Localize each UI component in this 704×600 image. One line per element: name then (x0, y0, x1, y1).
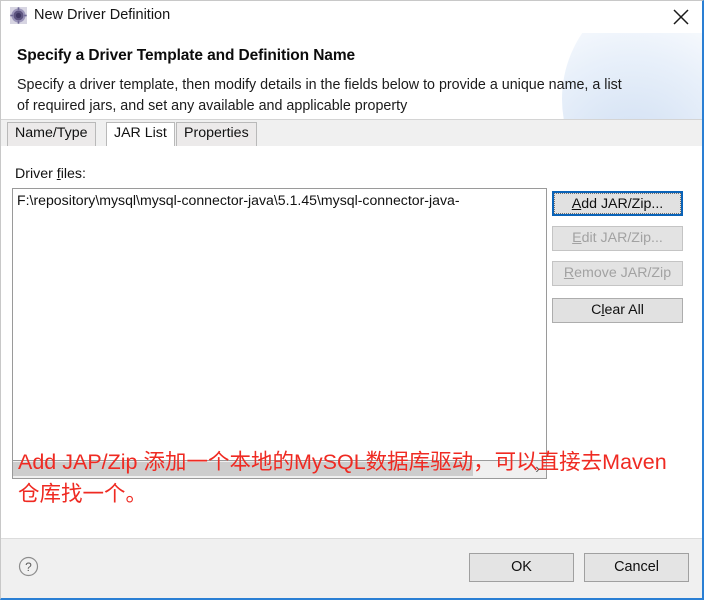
driver-files-listbox[interactable]: F:\repository\mysql\mysql-connector-java… (12, 188, 547, 461)
add-jar-zip-mnemonic: A (571, 196, 582, 212)
tab-strip: Name/Type JAR List Properties (1, 120, 702, 147)
clear-all-label-prefix: C (591, 302, 602, 318)
tab-name-type[interactable]: Name/Type (7, 122, 96, 146)
scroll-right-arrow-icon[interactable]: › (529, 461, 546, 477)
driver-files-label-prefix: Driver (15, 166, 57, 182)
driver-files-label-suffix: iles: (60, 166, 86, 182)
add-jar-zip-label: dd JAR/Zip... (581, 196, 664, 212)
add-jar-zip-button[interactable]: Add JAR/Zip... (552, 191, 683, 216)
scrollbar-thumb[interactable] (13, 462, 473, 476)
tab-jar-list[interactable]: JAR List (106, 122, 175, 146)
page-title: Specify a Driver Template and Definition… (17, 47, 356, 64)
page-description: Specify a driver template, then modify d… (17, 77, 622, 114)
edit-jar-zip-mnemonic: E (572, 230, 582, 246)
svg-text:?: ? (25, 560, 32, 574)
new-driver-definition-dialog: New Driver Definition Specify a Driver T… (0, 0, 704, 600)
edit-jar-zip-label: dit JAR/Zip... (581, 230, 663, 246)
tab-properties[interactable]: Properties (176, 122, 257, 146)
remove-jar-zip-button[interactable]: Remove JAR/Zip (552, 261, 683, 286)
driver-files-label: Driver files: (15, 166, 86, 182)
window-title: New Driver Definition (34, 7, 171, 23)
ok-button[interactable]: OK (469, 553, 574, 582)
list-item[interactable]: F:\repository\mysql\mysql-connector-java… (17, 192, 460, 208)
dialog-footer: ? OK Cancel (1, 538, 702, 598)
help-icon[interactable]: ? (18, 556, 39, 577)
clear-all-label: ear All (604, 302, 644, 318)
close-icon[interactable] (670, 6, 692, 28)
edit-jar-zip-button[interactable]: Edit JAR/Zip... (552, 226, 683, 251)
clear-all-button[interactable]: Clear All (552, 298, 683, 323)
cancel-button[interactable]: Cancel (584, 553, 689, 582)
driver-files-horizontal-scrollbar[interactable]: › (12, 461, 547, 479)
jar-list-tab-panel: Driver files: F:\repository\mysql\mysql-… (1, 146, 702, 538)
driver-definition-icon (10, 7, 27, 24)
title-bar: New Driver Definition (1, 1, 702, 33)
remove-jar-zip-label: emove JAR/Zip (574, 265, 672, 281)
dialog-header: Specify a Driver Template and Definition… (1, 33, 702, 120)
remove-jar-zip-mnemonic: R (563, 265, 575, 281)
